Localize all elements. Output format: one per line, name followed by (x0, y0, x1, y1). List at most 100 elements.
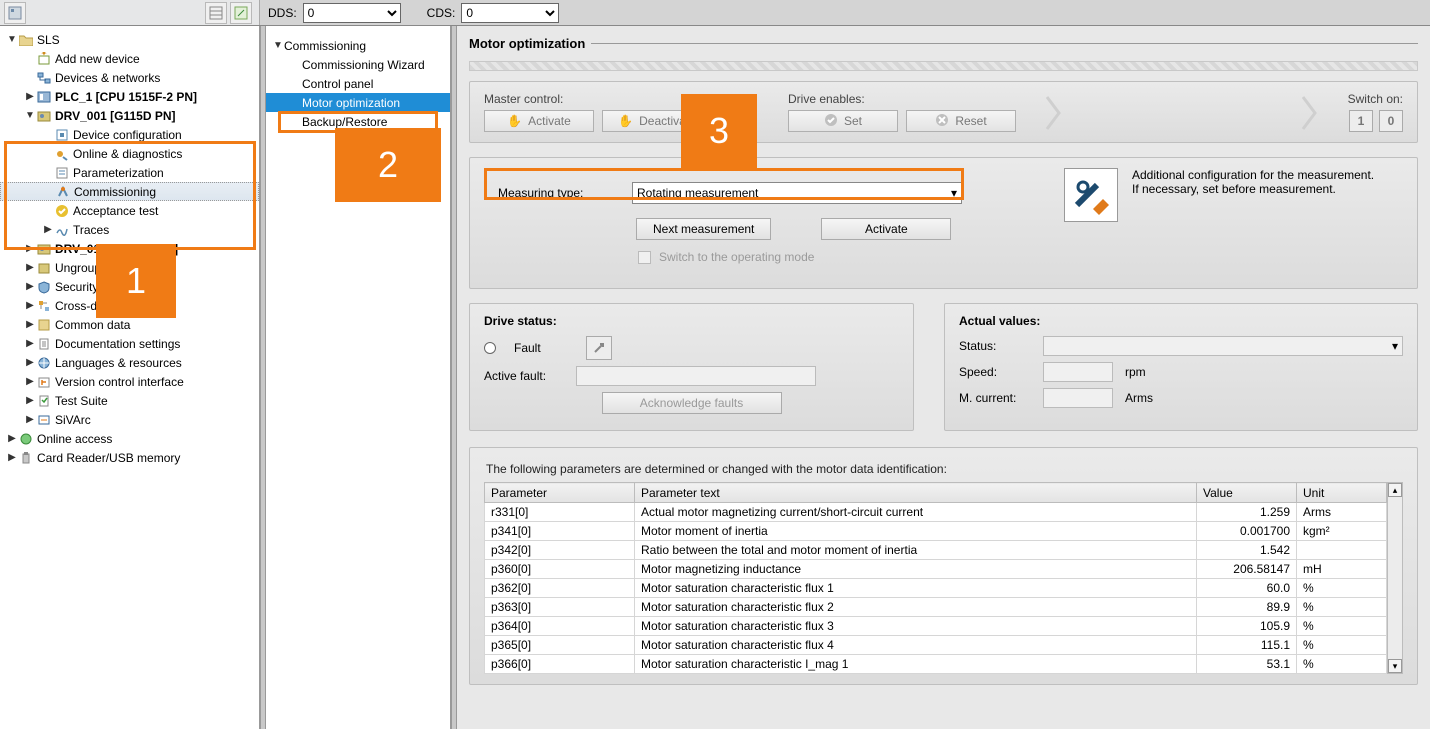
top-bar: DDS: 0 CDS: 0 (0, 0, 1430, 26)
table-cell: 1.542 (1197, 541, 1297, 560)
table-cell: p341[0] (485, 522, 635, 541)
tree-item-label: Languages & resources (55, 356, 182, 370)
expander-icon[interactable]: ▶ (24, 357, 36, 368)
palette-icon[interactable] (230, 2, 252, 24)
expander-icon[interactable]: ▶ (24, 281, 36, 292)
usb-icon (18, 450, 34, 466)
cds-label: CDS: (427, 6, 456, 20)
col-value[interactable]: Value (1197, 483, 1297, 503)
check-circle-icon (824, 113, 838, 130)
table-cell: p365[0] (485, 636, 635, 655)
cds-select[interactable]: 0 (461, 3, 559, 23)
sec-tree-item[interactable]: Commissioning Wizard (266, 55, 450, 74)
sec-tree-label: Motor optimization (302, 96, 400, 110)
switch-1-button[interactable]: 1 (1349, 110, 1373, 132)
table-row[interactable]: p365[0]Motor saturation characteristic f… (485, 636, 1387, 655)
svg-text:✦: ✦ (41, 52, 48, 58)
table-cell: mH (1297, 560, 1387, 579)
activate-measurement-button[interactable]: Activate (821, 218, 951, 240)
tree-item[interactable]: ▶Card Reader/USB memory (0, 448, 259, 467)
dds-select[interactable]: 0 (303, 3, 401, 23)
view-icon[interactable] (205, 2, 227, 24)
fault-radio[interactable] (484, 342, 496, 354)
table-cell: Motor moment of inertia (635, 522, 1197, 541)
tree-item[interactable]: ✦ Add new device (0, 49, 259, 68)
fault-link-icon[interactable] (586, 336, 612, 360)
expander-icon[interactable]: ▼ (272, 40, 284, 51)
expander-icon[interactable]: ▶ (24, 91, 36, 102)
table-row[interactable]: p341[0]Motor moment of inertia0.001700kg… (485, 522, 1387, 541)
table-cell: 115.1 (1197, 636, 1297, 655)
ungroup-icon (36, 260, 52, 276)
tree-item[interactable]: ▶PLC_1 [CPU 1515F-2 PN] (0, 87, 259, 106)
table-row[interactable]: p362[0]Motor saturation characteristic f… (485, 579, 1387, 598)
expander-icon[interactable]: ▶ (24, 300, 36, 311)
col-parameter[interactable]: Parameter (485, 483, 635, 503)
table-cell: p364[0] (485, 617, 635, 636)
expander-icon[interactable]: ▶ (24, 262, 36, 273)
table-row[interactable]: p366[0]Motor saturation characteristic I… (485, 655, 1387, 674)
tool-icon[interactable] (4, 2, 26, 24)
plc-icon (36, 89, 52, 105)
chevron-right-icon (1298, 94, 1322, 132)
annotation-1: 1 (96, 244, 176, 318)
col-unit[interactable]: Unit (1297, 483, 1387, 503)
expander-icon[interactable]: ▼ (24, 110, 36, 121)
tree-item[interactable]: ▶Documentation settings (0, 334, 259, 353)
table-row[interactable]: r331[0]Actual motor magnetizing current/… (485, 503, 1387, 522)
sec-tree-item[interactable]: Control panel (266, 74, 450, 93)
reset-button[interactable]: Reset (906, 110, 1016, 132)
scroll-up-icon[interactable]: ▴ (1388, 483, 1402, 497)
table-row[interactable]: p363[0]Motor saturation characteristic f… (485, 598, 1387, 617)
doc-icon (36, 336, 52, 352)
folder-icon (18, 32, 34, 48)
tree-item-label: Add new device (55, 52, 140, 66)
expander-icon[interactable]: ▶ (24, 319, 36, 330)
net-icon (36, 70, 52, 86)
activate-button[interactable]: ✋ Activate (484, 110, 594, 132)
expander-icon[interactable]: ▶ (6, 452, 18, 463)
table-scrollbar[interactable]: ▴ ▾ (1387, 482, 1403, 674)
ack-faults-button[interactable]: Acknowledge faults (602, 392, 782, 414)
sec-tree-item[interactable]: Motor optimization (266, 93, 450, 112)
tree-item[interactable]: ▶Test Suite (0, 391, 259, 410)
tree-item[interactable]: ▶ Languages & resources (0, 353, 259, 372)
parameter-table[interactable]: Parameter Parameter text Value Unit r331… (484, 482, 1387, 674)
expander-icon[interactable]: ▶ (24, 414, 36, 425)
expander-icon[interactable]: ▶ (24, 376, 36, 387)
status-combo[interactable]: ▾ (1043, 336, 1403, 356)
tree-item[interactable]: ▼DRV_001 [G115D PN] (0, 106, 259, 125)
table-row[interactable]: p364[0]Motor saturation characteristic f… (485, 617, 1387, 636)
expander-icon[interactable]: ▶ (24, 338, 36, 349)
col-parameter-text[interactable]: Parameter text (635, 483, 1197, 503)
set-button[interactable]: Set (788, 110, 898, 132)
table-cell: p360[0] (485, 560, 635, 579)
table-row[interactable]: p342[0]Ratio between the total and motor… (485, 541, 1387, 560)
speed-label: Speed: (959, 365, 1031, 379)
tree-item-label: SiVArc (55, 413, 91, 427)
tree-item[interactable]: Devices & networks (0, 68, 259, 87)
scroll-down-icon[interactable]: ▾ (1388, 659, 1402, 673)
table-cell: p342[0] (485, 541, 635, 560)
test-icon (36, 393, 52, 409)
switch-op-checkbox[interactable] (638, 251, 651, 264)
x-circle-icon (935, 113, 949, 130)
tree-item[interactable]: ▶Version control interface (0, 372, 259, 391)
expander-icon[interactable]: ▶ (24, 395, 36, 406)
master-control-label: Master control: (484, 92, 712, 106)
expander-icon[interactable]: ▶ (6, 433, 18, 444)
next-measurement-button[interactable]: Next measurement (636, 218, 771, 240)
hand-x-icon: ✋ (618, 114, 633, 128)
table-row[interactable]: p360[0]Motor magnetizing inductance206.5… (485, 560, 1387, 579)
expander-icon[interactable]: ▼ (6, 34, 18, 45)
actual-values-panel: Actual values: Status: ▾ Speed: rpm M. c… (944, 303, 1418, 431)
tree-item[interactable]: ▶Online access (0, 429, 259, 448)
speed-field (1043, 362, 1113, 382)
config-wrench-icon[interactable] (1064, 168, 1118, 222)
table-cell: 53.1 (1197, 655, 1297, 674)
switch-0-button[interactable]: 0 (1379, 110, 1403, 132)
actual-values-title: Actual values: (959, 314, 1403, 328)
dds-label: DDS: (268, 6, 297, 20)
tree-item[interactable]: ▶ SiVArc (0, 410, 259, 429)
project-tree[interactable]: ▼ SLS ✦Add new deviceDevices & networks▶… (0, 26, 260, 729)
